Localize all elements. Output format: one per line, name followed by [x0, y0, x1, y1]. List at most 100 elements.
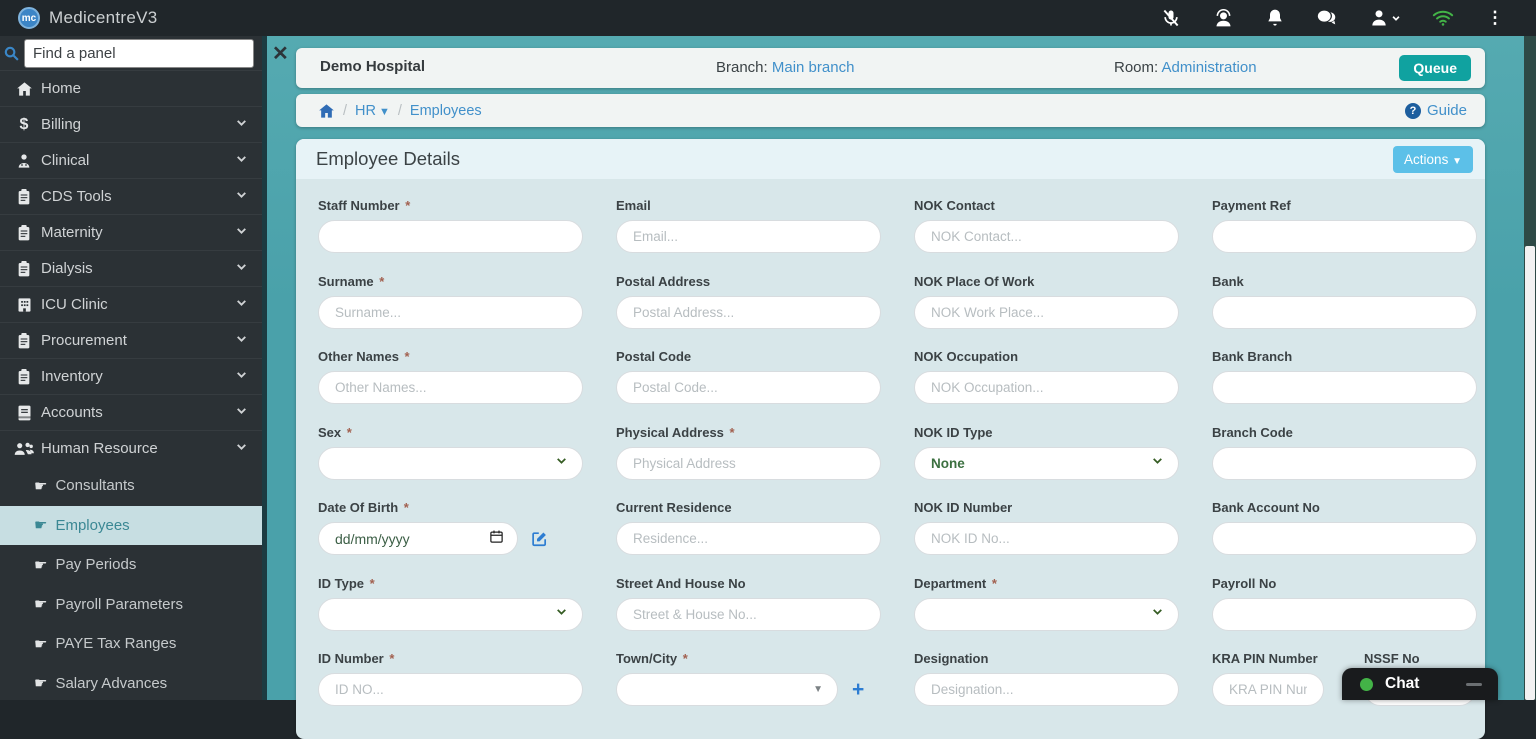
current-residence-input[interactable] [616, 522, 881, 555]
nok-id-number-input[interactable] [914, 522, 1179, 555]
calendar-icon[interactable] [489, 529, 504, 549]
nok-place-of-work-input[interactable] [914, 296, 1179, 329]
field-label: Date Of Birth * [318, 499, 583, 516]
payroll-no-input[interactable] [1212, 598, 1477, 631]
bank-account-no-input[interactable] [1212, 522, 1477, 555]
branch-code-input[interactable] [1212, 447, 1477, 480]
email-input[interactable] [616, 220, 881, 253]
branch-info: Branch: Main branch [716, 59, 854, 76]
sidebar-item-dialysis[interactable]: Dialysis [0, 250, 262, 286]
panel-header: Employee Details Actions ▼ [296, 139, 1485, 179]
sidebar-item-inventory[interactable]: Inventory [0, 358, 262, 394]
sidebar-subitem-employees[interactable]: ☛Employees [0, 506, 262, 546]
physical-address-input[interactable] [616, 447, 881, 480]
sidebar-item-label: Dialysis [41, 260, 235, 277]
notifications-bell-icon[interactable] [1264, 7, 1286, 29]
hand-point-icon: ☛ [34, 674, 47, 692]
field-label: NOK Contact [914, 197, 1179, 214]
actions-button[interactable]: Actions ▼ [1393, 146, 1473, 173]
close-panel-icon[interactable]: ✕ [272, 41, 289, 66]
bank-input[interactable] [1212, 296, 1477, 329]
chevron-down-icon [1151, 454, 1164, 472]
postal-address-input[interactable] [616, 296, 881, 329]
chevron-down-icon [555, 454, 568, 472]
field-label: Sex * [318, 424, 583, 441]
guide-link[interactable]: ? Guide [1405, 102, 1467, 119]
nok-contact-input[interactable] [914, 220, 1179, 253]
chat-widget[interactable]: Chat [1342, 668, 1498, 700]
help-icon: ? [1405, 103, 1421, 119]
sidebar-item-human-resource[interactable]: Human Resource [0, 430, 262, 466]
id-number-input[interactable] [318, 673, 583, 706]
field-label: Branch Code [1212, 424, 1477, 441]
town-city-select[interactable]: ▼ [616, 673, 838, 706]
field-sex: Sex * [318, 424, 583, 500]
sidebar-subitem-salary-advances[interactable]: ☛Salary Advances [0, 664, 262, 704]
sidebar-subitem-pay-periods[interactable]: ☛Pay Periods [0, 545, 262, 585]
room-info: Room: Administration [1114, 59, 1257, 76]
sidebar-subitem-paye-tax-ranges[interactable]: ☛PAYE Tax Ranges [0, 624, 262, 664]
employee-form: Staff Number *EmailNOK ContactPayment Re… [296, 179, 1485, 726]
staff-number-input[interactable] [318, 220, 583, 253]
chat-minimize-icon[interactable] [1466, 683, 1482, 686]
sidebar-item-clinical[interactable]: Clinical [0, 142, 262, 178]
sidebar-item-icu-clinic[interactable]: ICU Clinic [0, 286, 262, 322]
sidebar-subitem-payroll-parameters[interactable]: ☛Payroll Parameters [0, 585, 262, 625]
overflow-menu-icon[interactable]: ⋮ [1484, 7, 1506, 29]
field-label: Staff Number * [318, 197, 583, 214]
payment-ref-input[interactable] [1212, 220, 1477, 253]
other-names-input[interactable] [318, 371, 583, 404]
breadcrumb-home-icon[interactable] [318, 103, 335, 119]
queue-button[interactable]: Queue [1399, 55, 1471, 81]
messages-icon[interactable] [1316, 7, 1338, 29]
sidebar: Home$BillingClinicalCDS ToolsMaternity Di… [0, 36, 262, 700]
id-type-select[interactable] [318, 598, 583, 631]
designation-input[interactable] [914, 673, 1179, 706]
scrollbar-thumb[interactable] [1525, 246, 1535, 700]
street-and-house-no-input[interactable] [616, 598, 881, 631]
breadcrumb-item-employees[interactable]: Employees [410, 103, 482, 119]
user-menu-icon[interactable] [1368, 7, 1402, 29]
edit-date-icon[interactable] [531, 530, 548, 547]
nok-id-type-select[interactable]: None [914, 447, 1179, 480]
bank-branch-input[interactable] [1212, 371, 1477, 404]
field-label: Bank Account No [1212, 499, 1477, 516]
date-of-birth-input[interactable]: dd/mm/yyyy [318, 522, 518, 555]
clipboard-icon [14, 225, 34, 241]
field-postal-code: Postal Code [616, 348, 881, 424]
sidebar-subitem-consultants[interactable]: ☛Consultants [0, 466, 262, 506]
surname-input[interactable] [318, 296, 583, 329]
postal-code-input[interactable] [616, 371, 881, 404]
breadcrumb-item-hr[interactable]: HR▼ [355, 103, 390, 119]
field-surname: Surname * [318, 273, 583, 349]
kra-pin-number-input[interactable] [1212, 673, 1324, 706]
sidebar-item-accounts[interactable]: Accounts [0, 394, 262, 430]
department-select[interactable] [914, 598, 1179, 631]
network-status-icon[interactable] [1432, 7, 1454, 29]
field-label: Physical Address * [616, 424, 881, 441]
field-label: Bank Branch [1212, 348, 1477, 365]
hand-point-icon: ☛ [34, 516, 47, 534]
field-nok-id-number: NOK ID Number [914, 499, 1179, 575]
field-kra-pin-number: KRA PIN Number [1212, 650, 1324, 706]
sidebar-item-maternity[interactable]: Maternity [0, 214, 262, 250]
sidebar-item-label: Billing [41, 116, 235, 133]
sidebar-item-billing[interactable]: $Billing [0, 106, 262, 142]
field-label: Surname * [318, 273, 583, 290]
sidebar-item-cds-tools[interactable]: CDS Tools [0, 178, 262, 214]
search-input[interactable] [24, 39, 254, 68]
sidebar-item-procurement[interactable]: Procurement [0, 322, 262, 358]
field-label: Email [616, 197, 881, 214]
required-asterisk: * [366, 576, 375, 591]
nok-occupation-input[interactable] [914, 371, 1179, 404]
sidebar-item-home[interactable]: Home [0, 70, 262, 106]
add-town-city-button[interactable]: + [852, 680, 864, 700]
sex-select[interactable] [318, 447, 583, 480]
vertical-scrollbar[interactable] [1524, 36, 1536, 700]
field-current-residence: Current Residence [616, 499, 881, 575]
support-agent-icon[interactable] [1212, 7, 1234, 29]
hospital-icon [14, 297, 34, 313]
mic-muted-icon[interactable] [1160, 7, 1182, 29]
room-link[interactable]: Administration [1162, 59, 1257, 76]
branch-link[interactable]: Main branch [772, 59, 855, 76]
